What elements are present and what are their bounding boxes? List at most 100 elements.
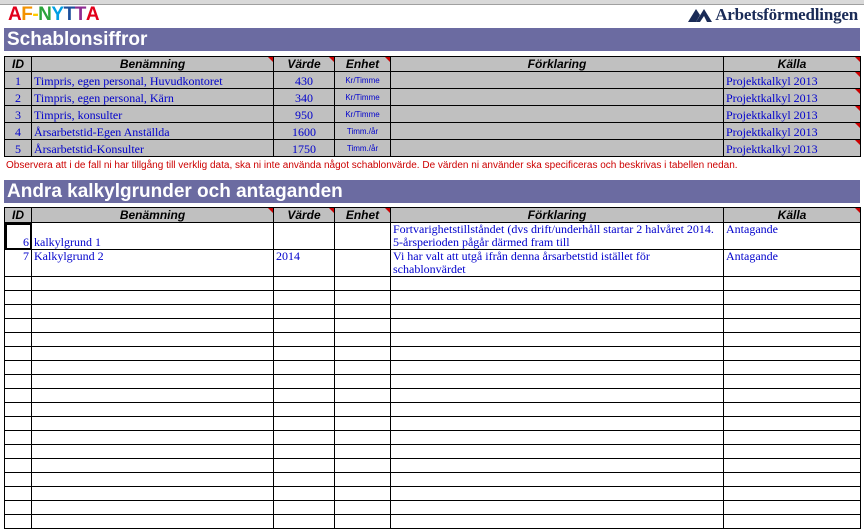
cell-benamning[interactable]: Årsarbetstid-Konsulter — [31, 139, 274, 157]
empty-cell[interactable] — [723, 290, 861, 305]
empty-cell[interactable] — [723, 304, 861, 319]
cell-varde[interactable] — [273, 222, 335, 250]
empty-cell[interactable] — [334, 290, 391, 305]
empty-cell[interactable] — [723, 360, 861, 375]
empty-cell[interactable] — [4, 318, 32, 333]
cell-forklaring[interactable] — [390, 122, 724, 140]
cell-varde[interactable]: 1750 — [273, 139, 335, 157]
empty-cell[interactable] — [273, 346, 335, 361]
empty-cell[interactable] — [31, 346, 274, 361]
empty-cell[interactable] — [31, 276, 274, 291]
empty-cell[interactable] — [723, 514, 861, 529]
empty-cell[interactable] — [723, 332, 861, 347]
empty-cell[interactable] — [31, 304, 274, 319]
empty-cell[interactable] — [31, 458, 274, 473]
cell-kalla[interactable]: Projektkalkyl 2013 — [723, 139, 861, 157]
empty-cell[interactable] — [31, 416, 274, 431]
empty-cell[interactable] — [390, 360, 724, 375]
empty-cell[interactable] — [4, 346, 32, 361]
empty-cell[interactable] — [723, 346, 861, 361]
empty-cell[interactable] — [273, 318, 335, 333]
cell-benamning[interactable]: Kalkylgrund 2 — [31, 249, 274, 277]
empty-cell[interactable] — [723, 458, 861, 473]
empty-cell[interactable] — [273, 444, 335, 459]
empty-cell[interactable] — [723, 486, 861, 501]
col-header-benamning[interactable]: Benämning — [31, 207, 274, 223]
cell-varde[interactable]: 950 — [273, 105, 335, 123]
cell-benamning[interactable]: Timpris, egen personal, Huvudkontoret — [31, 71, 274, 89]
cell-id[interactable]: 5 — [4, 139, 32, 157]
empty-cell[interactable] — [4, 290, 32, 305]
empty-cell[interactable] — [31, 388, 274, 403]
cell-kalla[interactable]: Antagande — [723, 249, 861, 277]
cell-id[interactable]: 1 — [4, 71, 32, 89]
empty-cell[interactable] — [723, 416, 861, 431]
empty-cell[interactable] — [390, 276, 724, 291]
cell-kalla[interactable]: Antagande — [723, 222, 861, 250]
empty-cell[interactable] — [273, 402, 335, 417]
empty-cell[interactable] — [723, 444, 861, 459]
empty-cell[interactable] — [31, 486, 274, 501]
empty-cell[interactable] — [31, 500, 274, 515]
empty-cell[interactable] — [31, 360, 274, 375]
empty-cell[interactable] — [31, 472, 274, 487]
empty-cell[interactable] — [334, 430, 391, 445]
cell-kalla[interactable]: Projektkalkyl 2013 — [723, 122, 861, 140]
cell-enhet[interactable]: Kr/Timme — [334, 88, 391, 106]
empty-cell[interactable] — [334, 500, 391, 515]
empty-cell[interactable] — [334, 276, 391, 291]
col-header-benamning[interactable]: Benämning — [31, 56, 274, 72]
empty-cell[interactable] — [31, 318, 274, 333]
cell-id-selected[interactable]: 6 — [4, 222, 32, 250]
cell-varde[interactable]: 340 — [273, 88, 335, 106]
empty-cell[interactable] — [31, 402, 274, 417]
empty-cell[interactable] — [334, 360, 391, 375]
cell-varde[interactable]: 430 — [273, 71, 335, 89]
col-header-id[interactable]: ID — [4, 56, 32, 72]
col-header-kalla[interactable]: Källa — [723, 56, 861, 72]
cell-forklaring[interactable]: Vi har valt att utgå ifrån denna årsarbe… — [390, 249, 724, 277]
empty-cell[interactable] — [390, 472, 724, 487]
empty-cell[interactable] — [334, 402, 391, 417]
empty-cell[interactable] — [4, 276, 32, 291]
cell-enhet[interactable]: Timm./år — [334, 122, 391, 140]
empty-cell[interactable] — [390, 290, 724, 305]
cell-enhet[interactable]: Timm./år — [334, 139, 391, 157]
empty-cell[interactable] — [273, 374, 335, 389]
empty-cell[interactable] — [273, 416, 335, 431]
cell-varde[interactable]: 2014 — [273, 249, 335, 277]
empty-cell[interactable] — [334, 346, 391, 361]
empty-cell[interactable] — [31, 430, 274, 445]
empty-cell[interactable] — [273, 472, 335, 487]
empty-cell[interactable] — [4, 486, 32, 501]
empty-cell[interactable] — [334, 332, 391, 347]
empty-cell[interactable] — [273, 388, 335, 403]
empty-cell[interactable] — [723, 318, 861, 333]
empty-cell[interactable] — [723, 402, 861, 417]
empty-cell[interactable] — [390, 374, 724, 389]
empty-cell[interactable] — [723, 374, 861, 389]
empty-cell[interactable] — [334, 374, 391, 389]
empty-cell[interactable] — [273, 500, 335, 515]
empty-cell[interactable] — [390, 430, 724, 445]
col-header-enhet[interactable]: Enhet — [334, 56, 391, 72]
empty-cell[interactable] — [31, 332, 274, 347]
empty-cell[interactable] — [273, 430, 335, 445]
empty-cell[interactable] — [31, 444, 274, 459]
empty-cell[interactable] — [334, 416, 391, 431]
cell-benamning[interactable]: Timpris, egen personal, Kärn — [31, 88, 274, 106]
empty-cell[interactable] — [390, 514, 724, 529]
empty-cell[interactable] — [723, 276, 861, 291]
empty-cell[interactable] — [273, 304, 335, 319]
cell-id[interactable]: 3 — [4, 105, 32, 123]
empty-cell[interactable] — [390, 318, 724, 333]
empty-cell[interactable] — [4, 402, 32, 417]
cell-enhet[interactable]: Kr/Timme — [334, 71, 391, 89]
empty-cell[interactable] — [4, 332, 32, 347]
empty-cell[interactable] — [390, 416, 724, 431]
empty-cell[interactable] — [334, 304, 391, 319]
empty-cell[interactable] — [31, 514, 274, 529]
empty-cell[interactable] — [4, 360, 32, 375]
cell-forklaring[interactable] — [390, 105, 724, 123]
empty-cell[interactable] — [4, 458, 32, 473]
